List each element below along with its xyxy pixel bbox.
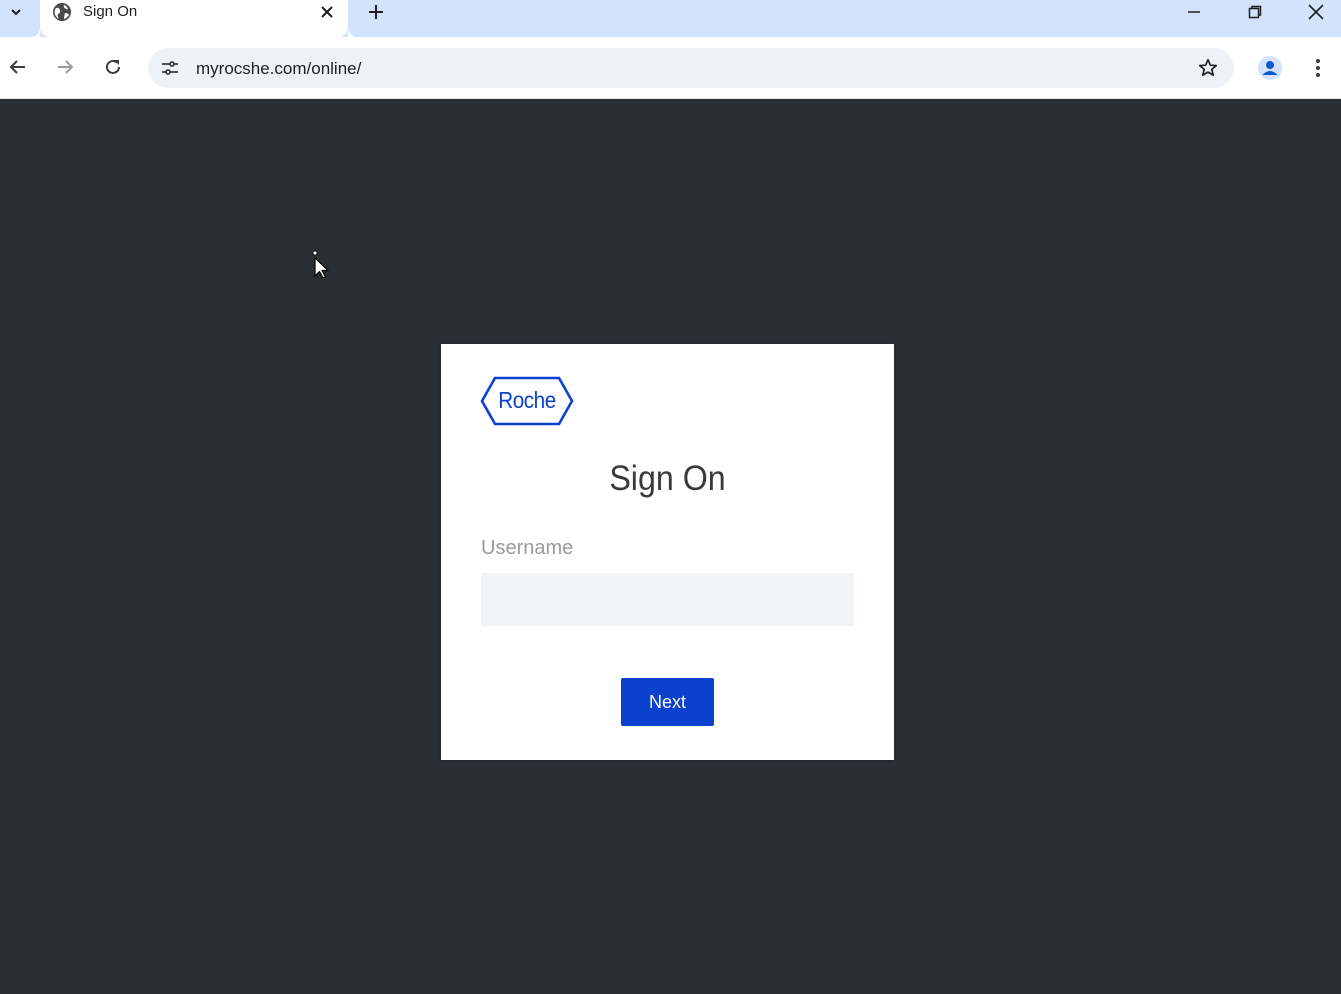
close-icon — [1308, 4, 1324, 20]
page-title: Sign On — [609, 459, 726, 498]
minimize-icon — [1188, 11, 1200, 13]
browser-menu-button[interactable] — [1304, 53, 1332, 83]
browser-toolbar: myrocshe.com/online/ — [0, 37, 1341, 99]
star-icon — [1198, 58, 1218, 77]
logo-text: Roche — [498, 387, 556, 413]
restore-icon — [1248, 5, 1262, 19]
back-button[interactable] — [3, 52, 33, 82]
new-tab-button[interactable] — [364, 0, 388, 24]
more-vert-icon — [1316, 59, 1320, 77]
close-window-button[interactable] — [1296, 0, 1336, 24]
url-text[interactable]: myrocshe.com/online/ — [196, 59, 361, 79]
address-bar[interactable]: myrocshe.com/online/ — [148, 48, 1234, 88]
person-icon — [1258, 56, 1282, 80]
site-info-button[interactable] — [156, 54, 184, 82]
tune-icon — [162, 61, 178, 75]
active-tab[interactable]: Sign On — [30, 0, 358, 37]
username-label: Username — [481, 537, 574, 559]
arrow-left-icon — [9, 60, 25, 74]
tab-close-button[interactable] — [317, 2, 337, 22]
mouse-cursor-icon — [312, 250, 329, 278]
chevron-down-icon — [11, 9, 21, 16]
reload-button[interactable] — [98, 52, 128, 82]
globe-icon — [53, 3, 71, 21]
profile-button[interactable] — [1255, 53, 1285, 83]
plus-icon — [369, 5, 383, 19]
forward-button[interactable] — [50, 52, 80, 82]
restore-button[interactable] — [1235, 0, 1275, 24]
next-button[interactable]: Next — [621, 678, 714, 726]
bookmark-button[interactable] — [1196, 56, 1220, 80]
roche-logo: Roche — [480, 376, 574, 426]
username-input[interactable] — [481, 573, 854, 626]
sign-on-card: Roche Sign On Username Next — [441, 344, 894, 760]
tab-search-button[interactable] — [2, 0, 30, 24]
minimize-button[interactable] — [1174, 0, 1214, 24]
reload-icon — [106, 59, 120, 74]
arrow-right-icon — [58, 60, 74, 74]
close-icon — [321, 6, 333, 18]
tab-title: Sign On — [83, 3, 138, 20]
tab-strip: Sign On — [0, 0, 1341, 37]
